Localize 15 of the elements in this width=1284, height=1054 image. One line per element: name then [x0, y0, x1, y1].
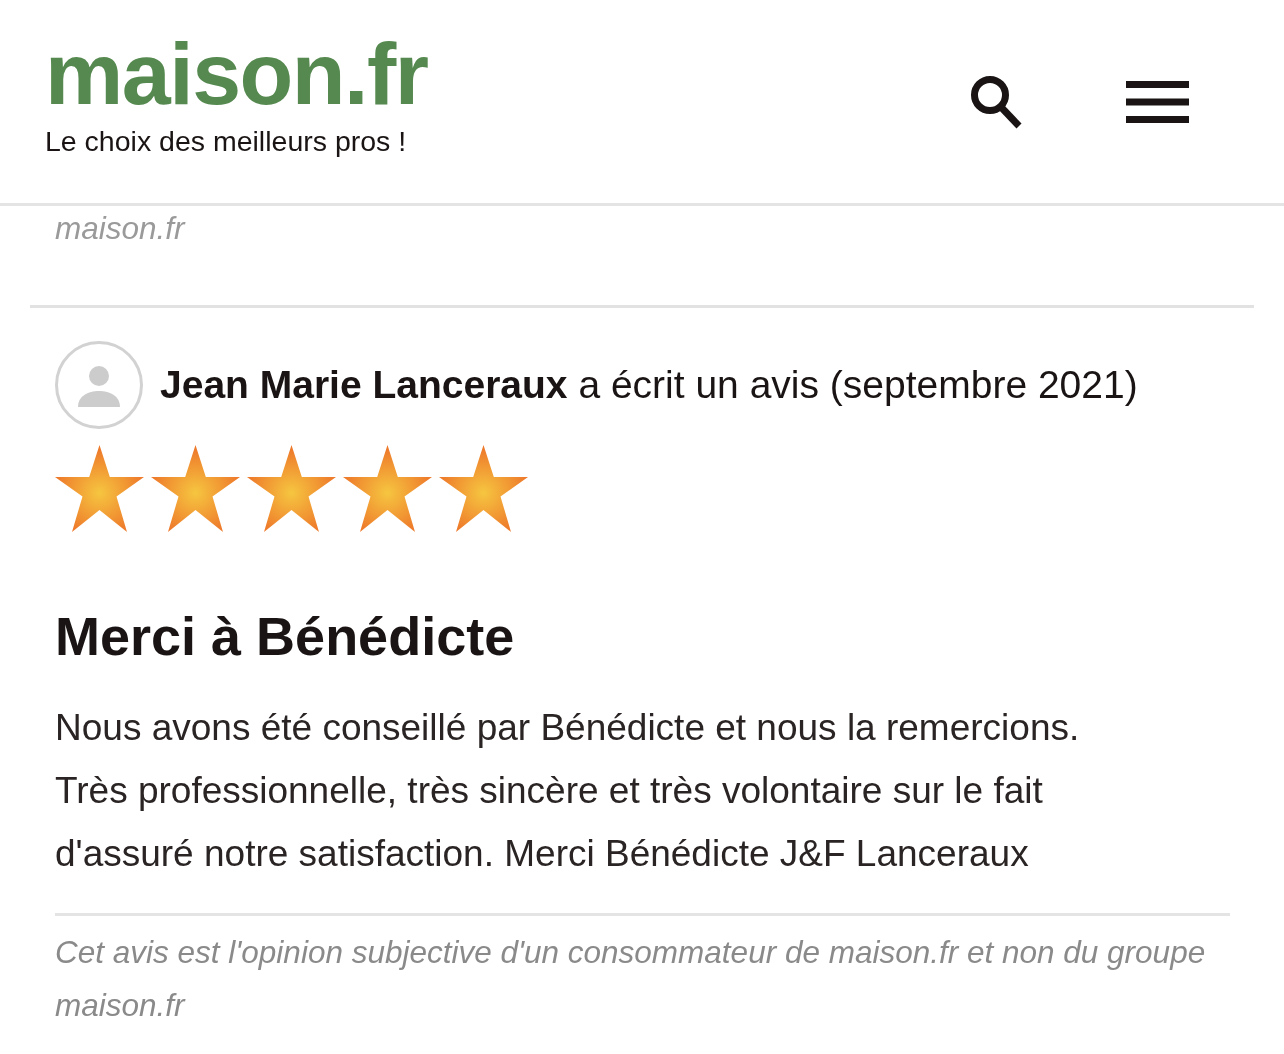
avatar-icon: [55, 341, 143, 429]
review-byline: Jean Marie Lanceraux a écrit un avis (septembre 2021): [160, 362, 1138, 408]
search-icon[interactable]: [970, 74, 1022, 129]
disclaimer-text: maison.fr: [55, 209, 185, 248]
star-icon: [55, 445, 144, 532]
star-icon: [247, 445, 336, 532]
star-icon: [439, 445, 528, 532]
menu-icon[interactable]: [1126, 80, 1189, 123]
site-logo[interactable]: maison.fr: [45, 30, 428, 118]
tagline: Le choix des meilleurs pros !: [45, 124, 407, 158]
review-title: Merci à Bénédicte: [55, 605, 516, 668]
star-icon: [151, 445, 240, 532]
disclaimer-text: Cet avis est l'opinion subjective d'un consommateur de maison.fr et non du groupe maison.fr: [55, 933, 1207, 1025]
star-icon: [343, 445, 432, 532]
review-text: Nous avons été conseillé par Bénédicte et nous la remercions. Très professionnelle, très sincère et très volontaire sur le fait d'assuré notre satisfaction. Merci Bénédicte J&F Lanceraux: [55, 706, 1081, 876]
